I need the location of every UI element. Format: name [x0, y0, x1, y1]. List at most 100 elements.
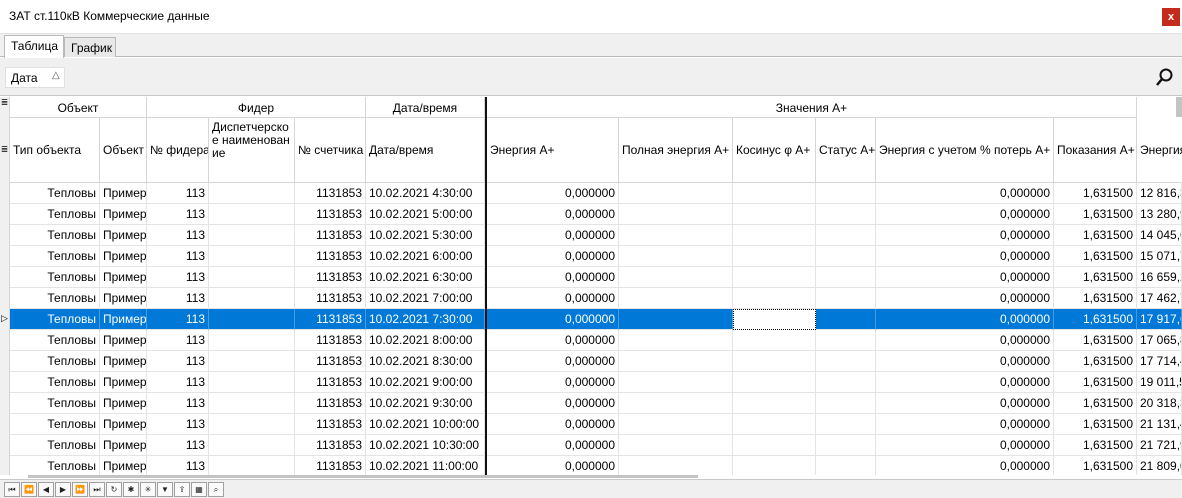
cell-readings[interactable]: 1,631500: [1054, 183, 1137, 204]
cell-full-energy[interactable]: [619, 309, 733, 330]
cell-full-energy[interactable]: [619, 183, 733, 204]
cell-energy[interactable]: 0,000000: [487, 225, 619, 246]
cell-dispatch-name[interactable]: [209, 372, 295, 393]
cell-dispatch-name[interactable]: [209, 267, 295, 288]
cell-full-energy[interactable]: [619, 225, 733, 246]
row-selector[interactable]: [0, 393, 10, 414]
cell-object[interactable]: Пример: [100, 225, 147, 246]
cell-feeder-number[interactable]: 113: [147, 225, 209, 246]
cell-datetime[interactable]: 10.02.2021 5:30:00: [366, 225, 485, 246]
cell-readings[interactable]: 1,631500: [1054, 351, 1137, 372]
cell-energy-extra[interactable]: 19 011,5: [1137, 372, 1182, 393]
cell-cosine[interactable]: [733, 456, 816, 475]
cell-status[interactable]: [816, 372, 876, 393]
cell-energy-extra[interactable]: 17 917,6: [1137, 309, 1182, 330]
cell-readings[interactable]: 1,631500: [1054, 225, 1137, 246]
table-row-selected[interactable]: Тепловы Пример 113 1131853 10.02.2021 7:30:0…: [10, 309, 1182, 330]
table-row[interactable]: Тепловы Пример 113 1131853 10.02.2021 5:00:0…: [10, 204, 1182, 225]
nav-prev-page-icon[interactable]: ⏪: [21, 482, 37, 497]
cell-full-energy[interactable]: [619, 351, 733, 372]
col-datetime[interactable]: Дата/время: [366, 118, 485, 183]
column-menu-icon[interactable]: ≣: [0, 118, 10, 183]
cell-object-type[interactable]: Тепловы: [10, 204, 100, 225]
col-object-type[interactable]: Тип объекта: [10, 118, 100, 183]
col-feeder-number[interactable]: № фидера: [147, 118, 209, 183]
cell-feeder-number[interactable]: 113: [147, 288, 209, 309]
cell-meter-number[interactable]: 1131853: [295, 309, 366, 330]
nav-columns-icon[interactable]: ▦: [191, 482, 207, 497]
cell-full-energy[interactable]: [619, 414, 733, 435]
cell-energy-extra[interactable]: 17 462,7: [1137, 288, 1182, 309]
table-row[interactable]: Тепловы Пример 113 1131853 10.02.2021 10:30:…: [10, 435, 1182, 456]
nav-next-record-icon[interactable]: ▶: [55, 482, 71, 497]
cell-status[interactable]: [816, 267, 876, 288]
cell-object[interactable]: Пример: [100, 267, 147, 288]
cell-object-type[interactable]: Тепловы: [10, 351, 100, 372]
col-energy-with-losses[interactable]: Энергия с учетом % потерь А+: [876, 118, 1054, 183]
row-selector[interactable]: [0, 204, 10, 225]
cell-dispatch-name[interactable]: [209, 225, 295, 246]
col-energy-extra[interactable]: Энергия: [1137, 118, 1182, 183]
cell-meter-number[interactable]: 1131853: [295, 456, 366, 475]
cell-readings[interactable]: 1,631500: [1054, 267, 1137, 288]
cell-energy-with-losses[interactable]: 0,000000: [876, 225, 1054, 246]
cell-cosine[interactable]: [733, 288, 816, 309]
cell-energy-with-losses[interactable]: 0,000000: [876, 351, 1054, 372]
cell-meter-number[interactable]: 1131853: [295, 204, 366, 225]
col-cosine[interactable]: Косинус φ А+: [733, 118, 816, 183]
cell-energy-extra[interactable]: 17 714,4: [1137, 351, 1182, 372]
cell-meter-number[interactable]: 1131853: [295, 393, 366, 414]
nav-export-icon[interactable]: ⇪: [174, 482, 190, 497]
nav-first-record-icon[interactable]: ⏮: [4, 482, 20, 497]
col-dispatch-name[interactable]: Диспетчерское наименование: [209, 118, 295, 183]
cell-object-type[interactable]: Тепловы: [10, 435, 100, 456]
cell-object[interactable]: Пример: [100, 435, 147, 456]
cell-feeder-number[interactable]: 113: [147, 456, 209, 475]
cell-datetime[interactable]: 10.02.2021 7:00:00: [366, 288, 485, 309]
cell-energy-with-losses[interactable]: 0,000000: [876, 414, 1054, 435]
cell-datetime[interactable]: 10.02.2021 9:00:00: [366, 372, 485, 393]
cell-datetime[interactable]: 10.02.2021 8:30:00: [366, 351, 485, 372]
row-selector[interactable]: [0, 351, 10, 372]
cell-dispatch-name[interactable]: [209, 183, 295, 204]
cell-status[interactable]: [816, 204, 876, 225]
table-row[interactable]: Тепловы Пример 113 1131853 10.02.2021 9:00:0…: [10, 372, 1182, 393]
cell-feeder-number[interactable]: 113: [147, 330, 209, 351]
row-selector[interactable]: [0, 267, 10, 288]
cell-energy-with-losses[interactable]: 0,000000: [876, 309, 1054, 330]
cell-object-type[interactable]: Тепловы: [10, 393, 100, 414]
cell-full-energy[interactable]: [619, 372, 733, 393]
cell-status[interactable]: [816, 351, 876, 372]
band-values[interactable]: Значения А+: [487, 97, 1137, 118]
cell-feeder-number[interactable]: 113: [147, 414, 209, 435]
cell-feeder-number[interactable]: 113: [147, 204, 209, 225]
cell-energy[interactable]: 0,000000: [487, 309, 619, 330]
cell-cosine[interactable]: [733, 435, 816, 456]
cell-cosine[interactable]: [733, 225, 816, 246]
cell-readings[interactable]: 1,631500: [1054, 435, 1137, 456]
cell-energy-with-losses[interactable]: 0,000000: [876, 267, 1054, 288]
cell-status[interactable]: [816, 330, 876, 351]
cell-feeder-number[interactable]: 113: [147, 435, 209, 456]
row-focus-indicator[interactable]: ▷: [0, 309, 10, 330]
cell-feeder-number[interactable]: 113: [147, 351, 209, 372]
cell-energy-with-losses[interactable]: 0,000000: [876, 330, 1054, 351]
cell-meter-number[interactable]: 1131853: [295, 183, 366, 204]
cell-feeder-number[interactable]: 113: [147, 393, 209, 414]
cell-energy[interactable]: 0,000000: [487, 351, 619, 372]
row-selector[interactable]: [0, 435, 10, 456]
cell-dispatch-name[interactable]: [209, 435, 295, 456]
row-selector[interactable]: [0, 225, 10, 246]
cell-energy-with-losses[interactable]: 0,000000: [876, 456, 1054, 475]
cell-datetime[interactable]: 10.02.2021 11:00:00: [366, 456, 485, 475]
cell-dispatch-name[interactable]: [209, 330, 295, 351]
cell-object[interactable]: Пример: [100, 393, 147, 414]
row-selector[interactable]: [0, 456, 10, 475]
cell-status[interactable]: [816, 288, 876, 309]
cell-energy-with-losses[interactable]: 0,000000: [876, 183, 1054, 204]
cell-datetime[interactable]: 10.02.2021 5:00:00: [366, 204, 485, 225]
cell-readings[interactable]: 1,631500: [1054, 456, 1137, 475]
cell-energy[interactable]: 0,000000: [487, 372, 619, 393]
cell-cosine[interactable]: [733, 351, 816, 372]
cell-datetime[interactable]: 10.02.2021 4:30:00: [366, 183, 485, 204]
